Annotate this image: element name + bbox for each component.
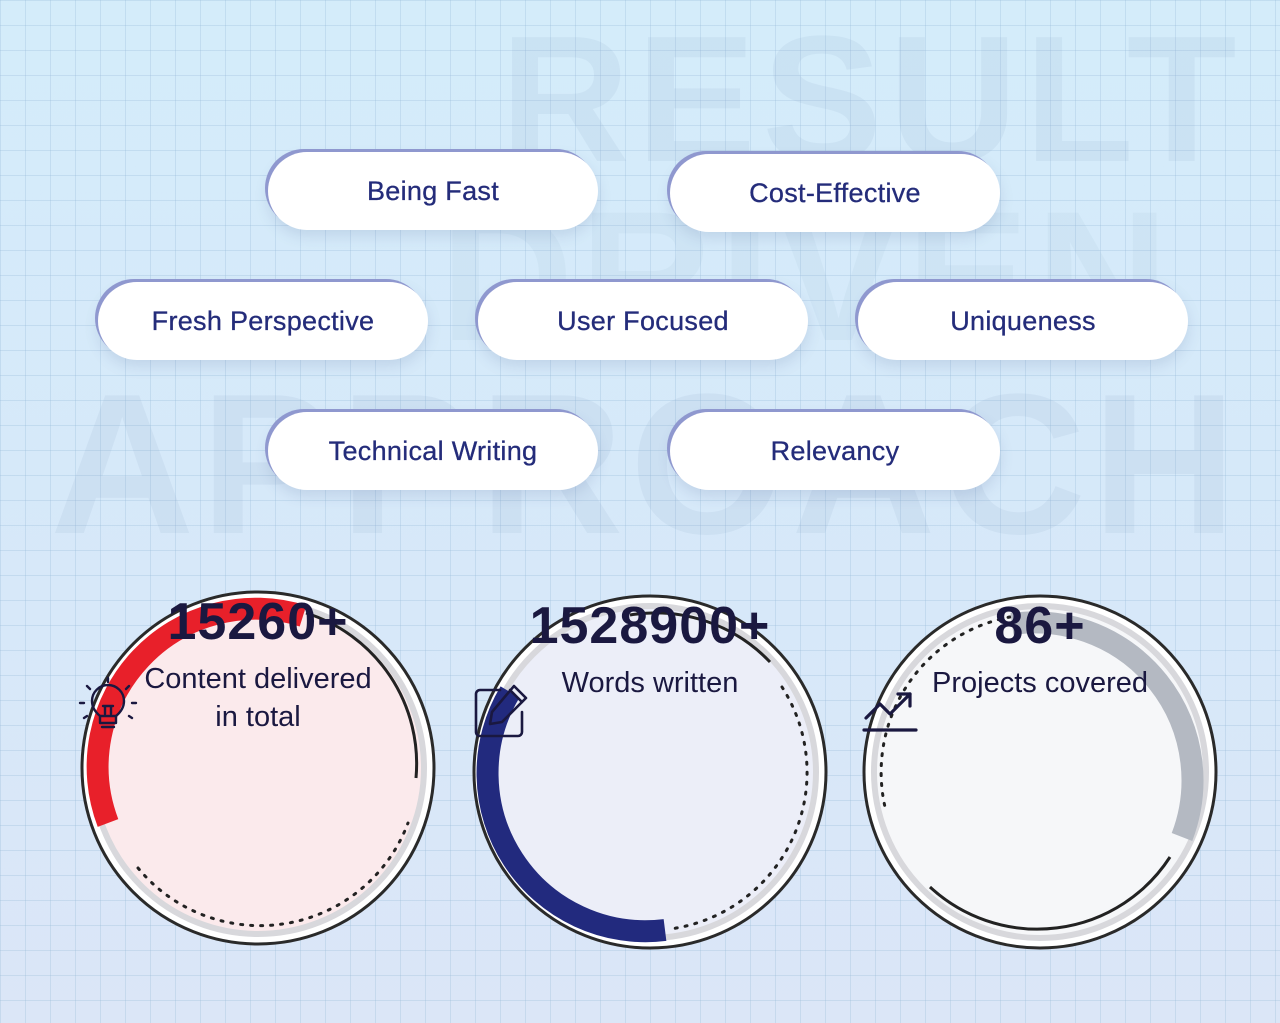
- edit-icon: [474, 684, 528, 738]
- pill-label: Uniqueness: [950, 305, 1096, 336]
- pill-relevancy: Relevancy: [670, 412, 1000, 490]
- pill-user-focused: User Focused: [478, 282, 808, 360]
- pill-label: Relevancy: [770, 435, 900, 466]
- pill-being-fast: Being Fast: [268, 152, 598, 230]
- pill-fresh-perspective: Fresh Perspective: [98, 282, 428, 360]
- stat-label-line1: Projects covered: [932, 667, 1148, 699]
- stat-value: 15260+: [167, 593, 349, 651]
- stat-words-written: 1528900+ Words written: [470, 592, 830, 952]
- trending-up-icon: [862, 692, 918, 732]
- stat-value: 1528900+: [529, 597, 771, 655]
- stat-label-line2: in total: [215, 701, 301, 733]
- stat-value: 86+: [994, 597, 1086, 655]
- pill-label: Being Fast: [366, 175, 500, 206]
- stat-projects-covered: 86+ Projects covered: [860, 592, 1220, 952]
- pill-label: Fresh Perspective: [151, 305, 375, 336]
- pill-cost-effective: Cost-Effective: [670, 154, 1000, 232]
- stat-content-delivered: 15260+ Content delivered in total: [78, 588, 438, 948]
- pill-uniqueness: Uniqueness: [858, 282, 1188, 360]
- lightbulb-icon: [78, 676, 138, 729]
- pill-label: Technical Writing: [328, 435, 538, 466]
- stat-label-line1: Words written: [561, 667, 739, 699]
- stat-label: Projects covered: [932, 664, 1148, 702]
- pill-label: Cost-Effective: [749, 177, 921, 208]
- stat-label-line1: Content delivered: [144, 663, 372, 695]
- watermark-approach: APPROACH: [50, 353, 1243, 576]
- stat-label: Words written: [562, 664, 739, 702]
- pill-label: User Focused: [557, 305, 729, 336]
- stat-label: Content delivered in total: [144, 660, 371, 736]
- pill-technical-writing: Technical Writing: [268, 412, 598, 490]
